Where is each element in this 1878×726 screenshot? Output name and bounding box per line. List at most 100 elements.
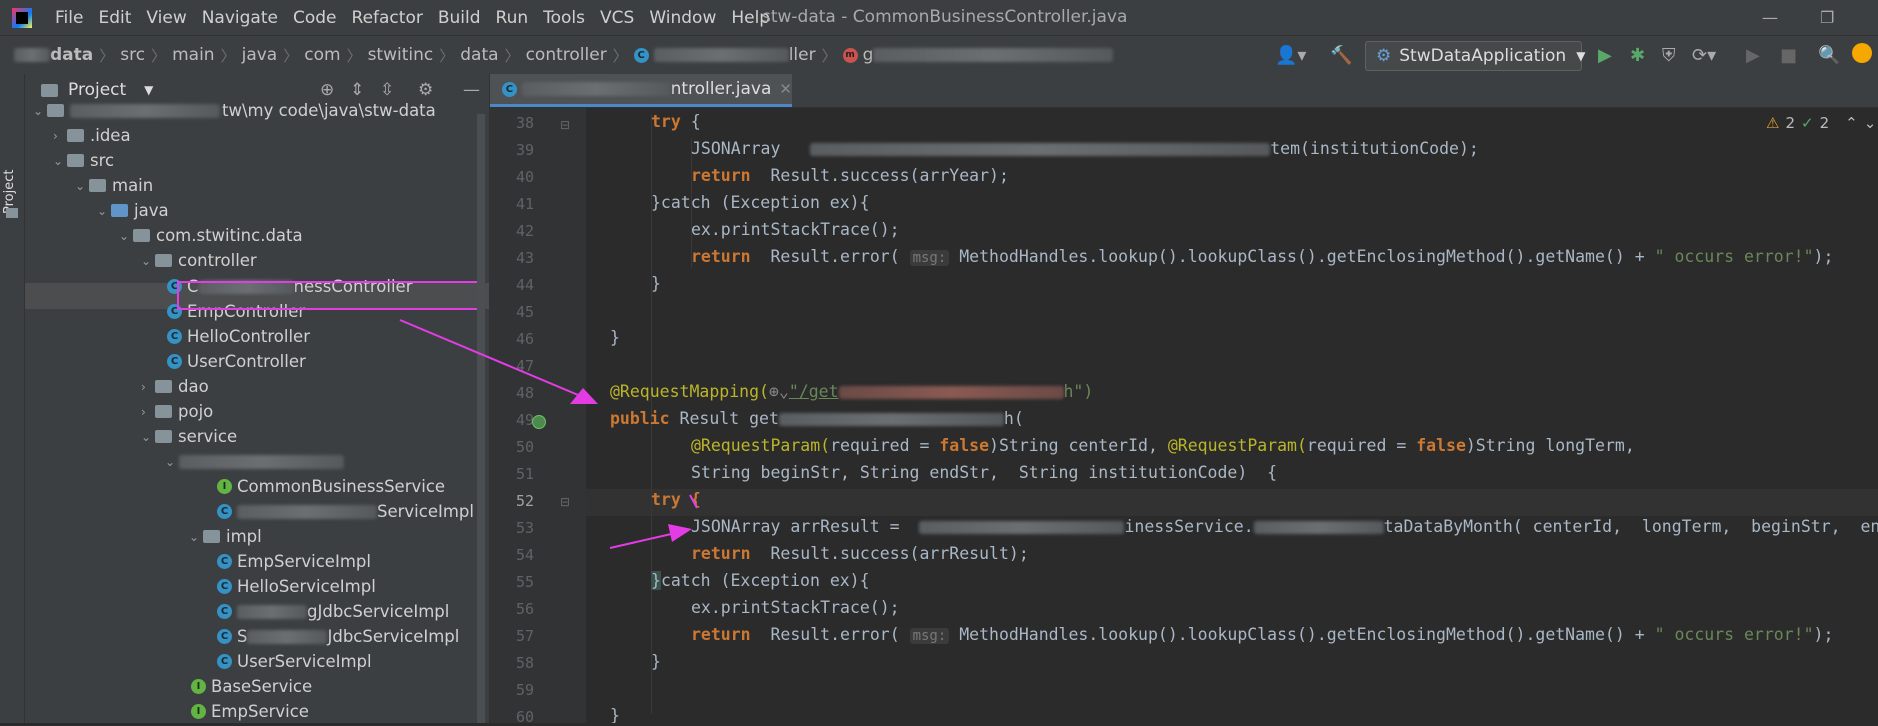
profile-icon[interactable]: ⟳▾ — [1692, 45, 1716, 66]
breadcrumb-stwitinc[interactable]: stwitinc — [368, 45, 434, 65]
tree-item-user-service-impl[interactable]: C UserServiceImpl — [217, 649, 372, 674]
menu-refactor[interactable]: Refactor — [352, 8, 423, 28]
blurred-text — [521, 82, 671, 96]
menu-edit[interactable]: Edit — [98, 8, 131, 28]
menu-build[interactable]: Build — [438, 8, 481, 28]
code-line-52: try { — [651, 490, 701, 509]
tree-item-impl[interactable]: ⌄ impl — [189, 524, 262, 549]
breadcrumb-com[interactable]: com — [304, 45, 340, 65]
tree-item-jdbc-service-impl-1[interactable]: CgJdbcServiceImpl — [217, 599, 449, 624]
menu-tools[interactable]: Tools — [543, 8, 585, 28]
tree-item-common-service-impl[interactable]: C ServiceImpl — [217, 499, 474, 524]
tree-item-emp-service[interactable]: I EmpService — [191, 699, 309, 723]
restore-icon[interactable]: ❐ — [1820, 8, 1834, 27]
blurred-text — [179, 454, 344, 469]
tree-item-main[interactable]: ⌄ main — [75, 173, 153, 198]
tree-item-controller[interactable]: ⌄ controller — [141, 248, 257, 273]
folder-icon — [89, 179, 106, 192]
class-icon: C — [217, 554, 232, 569]
tree-item-pojo[interactable]: › pojo — [141, 399, 213, 424]
tree-item-hello-controller[interactable]: C HelloController — [167, 324, 310, 349]
collapse-all-icon[interactable]: ⇳ — [380, 80, 394, 100]
line-number: 45 — [515, 303, 534, 321]
tree-item-dao[interactable]: › dao — [141, 374, 209, 399]
tree-item-service-subpackage[interactable]: ⌄ — [165, 449, 344, 474]
search-icon[interactable]: 🔍 — [1818, 45, 1840, 66]
line-number: 57 — [515, 627, 534, 645]
code-editor[interactable]: try { JSONArray tem(institutionCode); re… — [586, 108, 1878, 723]
code-line-39: JSONArray tem(institutionCode); — [691, 139, 1479, 158]
project-panel: Project ▼ ⊕ ⇕ ⇳ ⚙ — ⌄ tw\my code\java\st… — [25, 74, 490, 723]
chevron-down-icon[interactable]: ▼ — [144, 83, 153, 97]
stop-icon[interactable]: ■ — [1780, 45, 1797, 66]
hide-icon[interactable]: — — [463, 80, 480, 100]
minimize-icon[interactable]: — — [1762, 8, 1778, 27]
tree-item-service[interactable]: ⌄ service — [141, 424, 237, 449]
menu-run[interactable]: Run — [496, 8, 529, 28]
scrollbar[interactable] — [477, 114, 485, 723]
locate-icon[interactable]: ⊕ — [320, 80, 334, 100]
tree-item-java[interactable]: ⌄ java — [97, 198, 169, 223]
fold-icon[interactable]: ⊟ — [560, 495, 570, 509]
line-number: 38 — [515, 114, 534, 132]
annotation-highlight-box — [177, 281, 479, 310]
project-panel-title[interactable]: Project — [68, 80, 126, 100]
breadcrumb-data[interactable]: data — [460, 45, 498, 65]
chevron-up-icon[interactable]: ⌃ — [1845, 114, 1858, 132]
close-icon[interactable]: ✕ — [779, 80, 792, 98]
endpoint-gutter-icon[interactable] — [532, 415, 546, 429]
editor-gutter: 38 39 40 41 42 43 44 45 46 47 48 49 50 5… — [490, 108, 586, 726]
package-icon — [155, 405, 172, 418]
tree-item-common-business-service[interactable]: I CommonBusinessService — [217, 474, 445, 499]
package-icon — [155, 380, 172, 393]
attach-icon[interactable]: ▶ — [1746, 45, 1760, 66]
tree-item-user-controller[interactable]: C UserController — [167, 349, 306, 374]
code-line-38: try { — [651, 112, 701, 131]
chevron-down-icon[interactable]: ⌄ — [1864, 114, 1877, 132]
menu-code[interactable]: Code — [293, 8, 337, 28]
ok-count: 2 — [1819, 114, 1830, 132]
tree-label: EmpServiceImpl — [237, 552, 371, 571]
menu-window[interactable]: Window — [649, 8, 716, 28]
breadcrumb-controller[interactable]: controller — [526, 45, 607, 65]
coverage-icon[interactable]: ⛨ — [1662, 45, 1676, 66]
tree-item-idea[interactable]: › .idea — [53, 123, 131, 148]
tab-label: ntroller.java — [670, 79, 772, 99]
run-configuration-select[interactable]: ⚙ StwDataApplication ▼ — [1365, 41, 1585, 71]
editor-tab-active[interactable]: C ntroller.java ✕ — [490, 74, 792, 107]
expand-all-icon[interactable]: ⇕ — [350, 80, 364, 100]
menu-navigate[interactable]: Navigate — [202, 8, 278, 28]
tree-item-base-service[interactable]: I BaseService — [191, 674, 312, 699]
debug-icon[interactable]: ✱ — [1630, 45, 1645, 66]
breadcrumb-method[interactable]: g — [863, 45, 874, 65]
tree-item-src[interactable]: ⌄ src — [53, 148, 114, 173]
breadcrumb-java[interactable]: java — [242, 45, 278, 65]
tree-label: service — [178, 427, 238, 446]
breadcrumb-project[interactable]: data — [50, 45, 93, 65]
menu-vcs[interactable]: VCS — [600, 8, 634, 28]
breadcrumb-main[interactable]: main — [172, 45, 214, 65]
breadcrumb-src[interactable]: src — [120, 45, 145, 65]
inspection-widget[interactable]: ⚠ 2 ✓ 2 ⌃ ⌄ — [1766, 114, 1876, 132]
user-icon[interactable]: 👤▾ — [1275, 45, 1306, 66]
check-icon: ✓ — [1801, 114, 1814, 132]
run-icon[interactable]: ▶ — [1598, 45, 1612, 66]
build-hammer-icon[interactable]: 🔨 — [1330, 45, 1352, 66]
menu-file[interactable]: File — [55, 8, 83, 28]
code-line-40: return Result.success(arrYear); — [691, 166, 1009, 185]
interface-icon: I — [191, 704, 206, 719]
tree-item-package[interactable]: ⌄ com.stwitinc.data — [119, 223, 303, 248]
update-icon[interactable] — [1852, 43, 1872, 63]
class-icon: C — [217, 629, 232, 644]
tree-item-emp-service-impl[interactable]: C EmpServiceImpl — [217, 549, 371, 574]
tree-item-hello-service-impl[interactable]: C HelloServiceImpl — [217, 574, 376, 599]
menu-view[interactable]: View — [146, 8, 186, 28]
interface-icon: I — [217, 479, 232, 494]
line-number: 53 — [515, 519, 534, 537]
fold-icon[interactable]: ⊟ — [560, 118, 570, 132]
tree-root[interactable]: ⌄ tw\my code\java\stw-data — [33, 98, 436, 123]
gear-icon[interactable]: ⚙ — [418, 80, 433, 100]
tree-item-jdbc-service-impl-2[interactable]: C S JdbcServiceImpl — [217, 624, 459, 649]
breadcrumb-class[interactable]: ller — [789, 45, 816, 65]
tree-label: EmpService — [211, 702, 309, 721]
